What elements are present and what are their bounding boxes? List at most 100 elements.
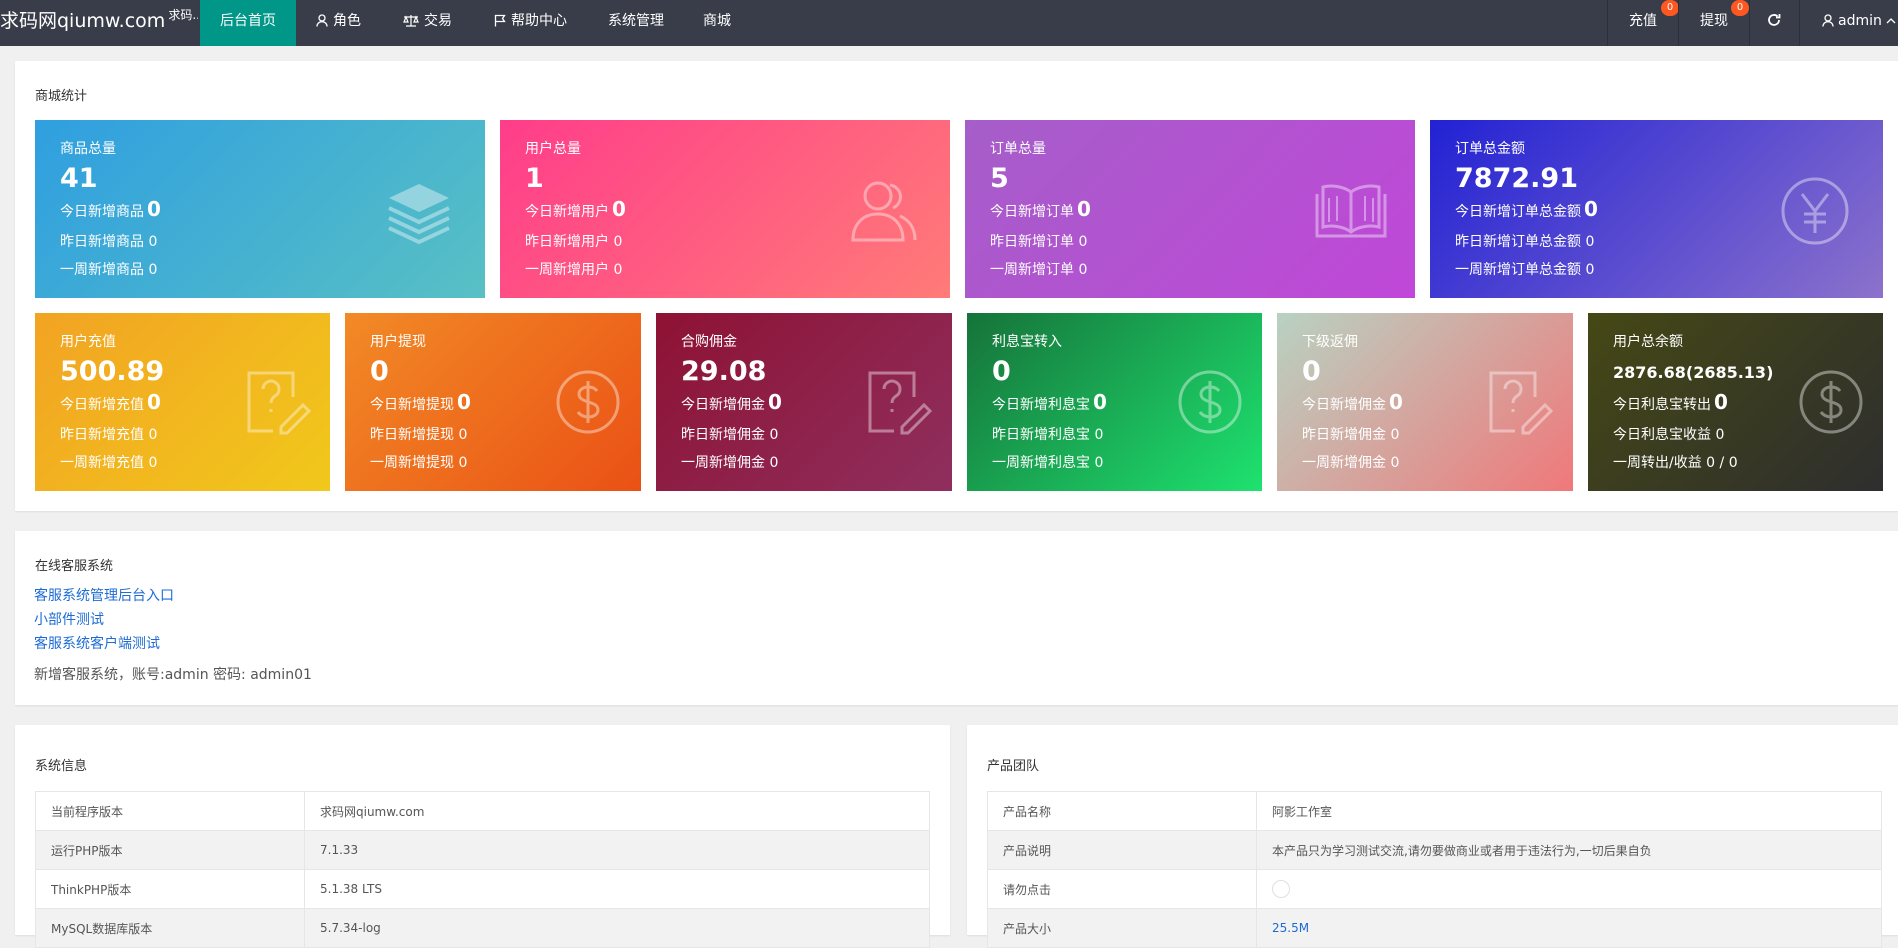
stat-yesterday: 昨日新增充值 0 [60,427,158,443]
stat-today-label: 今日新增佣金 [1302,397,1386,413]
stat-orders[interactable]: 订单总量 5 今日新增订单 0 昨日新增订单 0 一周新增订单 0 [965,120,1415,298]
stat-value: 0 [370,356,389,387]
table-row: 运行PHP版本 7.1.33 [35,830,930,870]
nav-home[interactable]: 后台首页 [200,0,296,46]
stat-title: 用户提现 [370,334,426,350]
dollar-icon [1178,370,1242,434]
stat-today-value: 0 [147,197,161,221]
stat-products[interactable]: 商品总量 41 今日新增商品 0 昨日新增商品 0 一周新增商品 0 [35,120,485,298]
stat-week: 一周新增订单 0 [990,262,1088,278]
stat-title: 合购佣金 [681,334,737,350]
user-menu[interactable]: admin [1800,0,1898,46]
stat-value: 2876.68(2685.13) [1613,363,1774,382]
chevron-up-icon [1886,18,1896,24]
stat-today: 今日利息宝转出 0 [1613,390,1728,414]
stat-today-label: 今日新增订单总金额 [1455,204,1581,220]
nav-label: 角色 [333,13,361,29]
stat-today: 今日新增提现 0 [370,390,471,414]
stat-today-label: 今日新增利息宝 [992,397,1090,413]
users-icon [851,181,917,242]
row-value: 本产品只为学习测试交流,请勿要做商业或者用于违法行为,一切后果自负 [1256,830,1882,870]
stat-today-value: 0 [1093,390,1107,414]
stat-yesterday: 昨日新增佣金 0 [681,427,779,443]
nav-help[interactable]: 帮助中心 [474,0,587,46]
stat-today-value: 0 [1714,390,1728,414]
stat-value: 1 [525,163,544,194]
stat-today: 今日新增订单 0 [990,197,1091,221]
user-icon [316,14,328,27]
product-team-table: 产品名称 阿影工作室 产品说明 本产品只为学习测试交流,请勿要做商业或者用于违法行为… [987,791,1882,948]
stat-value: 7872.91 [1455,163,1578,194]
stat-commission[interactable]: 合购佣金 29.08 今日新增佣金 0 昨日新增佣金 0 一周新增佣金 0 [656,313,952,491]
stat-today: 今日新增佣金 0 [681,390,782,414]
stat-today-label: 今日新增订单 [990,204,1074,220]
site-logo[interactable]: 求码网qiumw.com求码... [0,0,198,46]
stat-users[interactable]: 用户总量 1 今日新增用户 0 昨日新增用户 0 一周新增用户 0 [500,120,950,298]
scale-icon [403,15,419,27]
user-name: admin [1838,13,1882,29]
nav-label: 系统管理 [608,13,664,29]
service-admin-link[interactable]: 客服系统管理后台入口 [34,585,174,605]
row-value: 7.1.33 [304,830,930,870]
logo-suffix: 求码... [168,8,198,22]
stat-today-value: 0 [1077,197,1091,221]
stat-week: 一周新增订单总金额 0 [1455,262,1595,278]
stat-week: 一周新增充值 0 [60,455,158,471]
stat-today: 今日新增利息宝 0 [992,390,1107,414]
nav-roles[interactable]: 角色 [296,0,381,46]
row-value [1256,869,1882,909]
stat-today-label: 今日新增商品 [60,204,144,220]
nav-mall[interactable]: 商城 [683,0,751,46]
logo-text: 求码网qiumw.com [0,10,166,32]
stat-value: 500.89 [60,356,165,387]
stat-withdraw[interactable]: 用户提现 0 今日新增提现 0 昨日新增提现 0 一周新增提现 0 [345,313,641,491]
refresh-button[interactable] [1750,0,1798,46]
card-title: 在线客服系统 [35,559,114,574]
client-test-link[interactable]: 客服系统客户端测试 [34,633,160,653]
stat-interest-in[interactable]: 利息宝转入 0 今日新增利息宝 0 昨日新增利息宝 0 一周新增利息宝 0 [967,313,1262,491]
nav-label: 帮助中心 [511,13,567,29]
row-value: 25.5M [1256,908,1882,948]
stat-title: 用户充值 [60,334,116,350]
stat-yesterday: 昨日新增利息宝 0 [992,427,1104,443]
dollar-icon [556,370,620,434]
nav-trade[interactable]: 交易 [383,0,472,46]
stat-order-amount[interactable]: 订单总金额 7872.91 今日新增订单总金额 0 昨日新增订单总金额 0 一周新… [1430,120,1883,298]
row-key: 产品说明 [987,830,1257,870]
stat-title: 用户总量 [525,141,581,157]
table-row: MySQL数据库版本 5.7.34-log [35,908,930,948]
row-value: 5.1.38 LTS [304,869,930,909]
stat-rebate[interactable]: 下级返佣 0 今日新增佣金 0 昨日新增佣金 0 一周新增佣金 0 [1277,313,1573,491]
stat-today-label: 今日新增用户 [525,204,609,220]
stat-yesterday: 昨日新增订单总金额 0 [1455,234,1595,250]
stat-title: 商品总量 [60,141,116,157]
stat-today: 今日新增充值 0 [60,390,161,414]
mall-stats-card: 商城统计 商品总量 41 今日新增商品 0 昨日新增商品 0 一周新增商品 0 用… [15,61,1898,511]
stat-today-value: 0 [768,390,782,414]
hidden-button[interactable] [1272,880,1290,898]
row-key: MySQL数据库版本 [35,908,305,948]
product-team-card: 产品团队 产品名称 阿影工作室 产品说明 本产品只为学习测试交流,请勿要做商业或者用… [967,725,1898,948]
stat-recharge[interactable]: 用户充值 500.89 今日新增充值 0 昨日新增充值 0 一周新增充值 0 [35,313,330,491]
stat-week: 一周新增佣金 0 [681,455,779,471]
product-size-link[interactable]: 25.5M [1272,921,1309,935]
nav-system[interactable]: 系统管理 [588,0,684,46]
row-key: 运行PHP版本 [35,830,305,870]
stat-week: 一周新增提现 0 [370,455,468,471]
stat-value: 0 [1302,356,1321,387]
widget-test-link[interactable]: 小部件测试 [34,609,104,629]
stat-today: 今日新增佣金 0 [1302,390,1403,414]
withdraw-label: 提现 [1700,13,1728,29]
nav-label: 商城 [703,13,731,29]
stat-value: 0 [992,356,1011,387]
stat-title: 利息宝转入 [992,334,1062,350]
row-key: 产品名称 [987,791,1257,831]
row-value: 求码网qiumw.com [304,791,930,831]
system-info-table: 当前程序版本 求码网qiumw.com 运行PHP版本 7.1.33 ThinkPH… [35,791,930,948]
layers-icon [388,184,450,244]
user-icon [1822,14,1834,27]
card-title: 产品团队 [987,759,1040,774]
stat-today: 今日新增商品 0 [60,197,161,221]
stat-user-balance[interactable]: 用户总余额 2876.68(2685.13) 今日利息宝转出 0 今日利息宝收益 … [1588,313,1883,491]
yen-icon [1781,177,1849,245]
